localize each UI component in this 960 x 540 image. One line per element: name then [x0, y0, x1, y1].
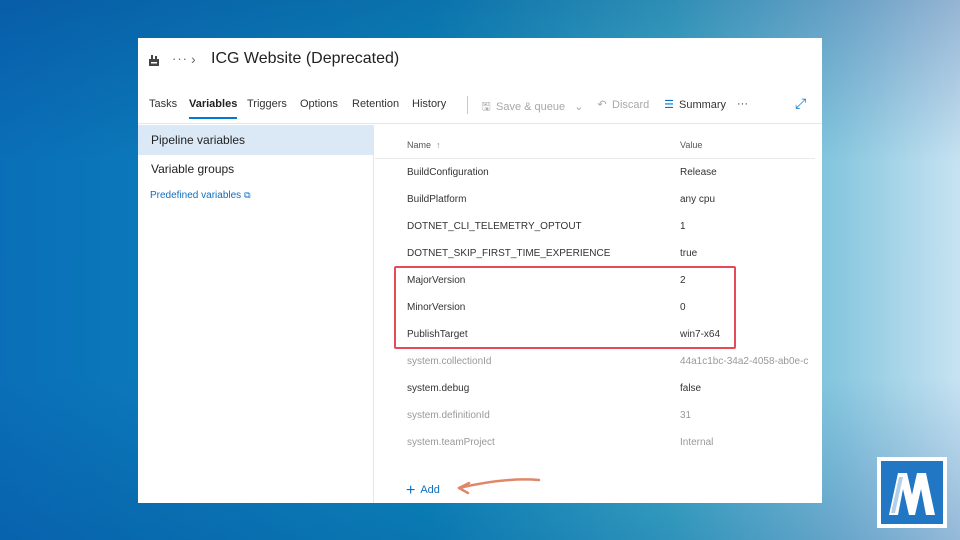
column-header-value[interactable]: Value	[680, 140, 702, 150]
title-bar: ··· › ICG Website (Deprecated)	[138, 38, 822, 84]
sidebar-item-variable-groups[interactable]: Variable groups	[138, 154, 373, 184]
plus-icon: +	[406, 482, 416, 499]
variable-value-cell[interactable]: 44a1c1bc-34a2-4058-ab0e-c	[680, 356, 822, 367]
add-label: Add	[420, 484, 440, 496]
variable-name-cell[interactable]: system.collectionId	[407, 356, 491, 367]
variable-value-cell[interactable]: true	[680, 248, 822, 259]
expand-icon[interactable]: ⤢	[795, 95, 806, 112]
annotation-arrow-icon	[457, 478, 541, 495]
table-row[interactable]: system.debug false	[375, 375, 815, 402]
discard-button[interactable]: ↶ Discard	[596, 98, 649, 111]
save-queue-label: Save & queue	[496, 101, 566, 113]
build-pipeline-icon	[149, 55, 159, 66]
discard-label: Discard	[612, 99, 650, 111]
tab-history[interactable]: History	[412, 98, 446, 110]
page-title: ICG Website (Deprecated)	[211, 50, 400, 67]
save-queue-button[interactable]: 🖫 Save & queue ⌄	[480, 98, 583, 117]
tab-retention[interactable]: Retention	[352, 98, 399, 110]
variables-sidebar: Pipeline variables Variable groups Prede…	[138, 125, 374, 503]
logo-m-icon	[889, 473, 935, 515]
tab-tasks[interactable]: Tasks	[149, 98, 177, 110]
variable-value-cell[interactable]: Release	[680, 167, 822, 178]
grid-header: Name ↑ Value	[375, 125, 815, 159]
summary-button[interactable]: ☰ Summary	[663, 98, 726, 111]
table-row[interactable]: system.collectionId 44a1c1bc-34a2-4058-ab…	[375, 348, 815, 375]
variable-value-cell[interactable]: Internal	[680, 437, 822, 448]
variable-value-cell[interactable]: any cpu	[680, 194, 822, 205]
undo-icon: ↶	[597, 99, 607, 111]
variable-name-cell[interactable]: BuildPlatform	[407, 194, 466, 205]
table-row[interactable]: BuildConfiguration Release	[375, 159, 815, 186]
sidebar-item-pipeline-variables[interactable]: Pipeline variables	[138, 125, 373, 155]
column-name-label: Name	[407, 140, 432, 150]
table-row[interactable]: BuildPlatform any cpu	[375, 186, 815, 213]
sort-ascending-icon: ↑	[436, 140, 441, 150]
logo-mark	[881, 461, 943, 524]
list-icon: ☰	[664, 99, 674, 111]
variable-name-cell[interactable]: DOTNET_SKIP_FIRST_TIME_EXPERIENCE	[407, 248, 610, 259]
brand-logo	[877, 457, 947, 528]
breadcrumb-ellipsis[interactable]: ···	[172, 51, 188, 66]
table-row[interactable]: system.teamProject Internal	[375, 429, 815, 456]
table-row[interactable]: DOTNET_SKIP_FIRST_TIME_EXPERIENCE true	[375, 240, 815, 267]
tab-triggers[interactable]: Triggers	[247, 98, 287, 110]
variable-name-cell[interactable]: system.teamProject	[407, 437, 495, 448]
variable-name-cell[interactable]: system.definitionId	[407, 410, 490, 421]
add-variable-button[interactable]: + Add	[406, 482, 440, 500]
toolbar-divider	[467, 96, 468, 114]
predefined-variables-label: Predefined variables	[150, 190, 242, 201]
external-link-icon: ⧉	[244, 190, 251, 200]
column-header-name[interactable]: Name ↑	[407, 140, 441, 150]
summary-label: Summary	[679, 99, 727, 111]
breadcrumb-chevron-icon: ›	[191, 51, 196, 67]
table-row[interactable]: DOTNET_CLI_TELEMETRY_OPTOUT 1	[375, 213, 815, 240]
pipeline-editor-window: ··· › ICG Website (Deprecated) Tasks Var…	[138, 38, 822, 503]
highlight-annotation-box	[394, 266, 736, 349]
chevron-down-icon: ⌄	[574, 101, 584, 113]
tab-variables[interactable]: Variables	[189, 98, 238, 119]
predefined-variables-link[interactable]: Predefined variables ⧉	[150, 190, 251, 201]
more-actions-button[interactable]: ···	[737, 98, 748, 110]
variable-name-cell[interactable]: BuildConfiguration	[407, 167, 489, 178]
variable-value-cell[interactable]: false	[680, 383, 822, 394]
variable-name-cell[interactable]: DOTNET_CLI_TELEMETRY_OPTOUT	[407, 221, 582, 232]
tab-options[interactable]: Options	[300, 98, 338, 110]
variable-value-cell[interactable]: 1	[680, 221, 822, 232]
variable-name-cell[interactable]: system.debug	[407, 383, 469, 394]
variable-value-cell[interactable]: 31	[680, 410, 822, 421]
save-icon: 🖫	[481, 101, 491, 113]
table-row[interactable]: system.definitionId 31	[375, 402, 815, 429]
